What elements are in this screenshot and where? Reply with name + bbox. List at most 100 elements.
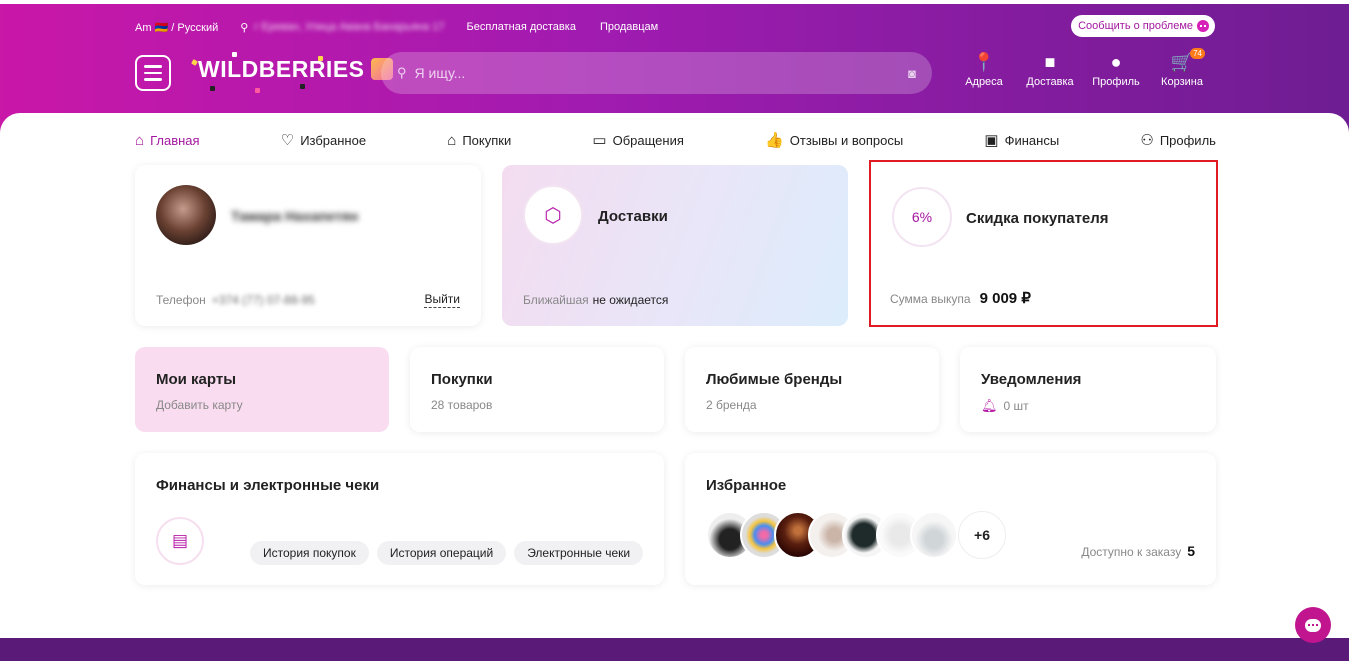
purchases-count-label: 28 товаров — [431, 398, 493, 412]
hamburger-icon-line — [144, 78, 162, 81]
nav-profile[interactable]: ● Профиль — [1083, 52, 1149, 88]
bell-icon: 🔔︎ — [981, 398, 998, 413]
tab-home[interactable]: ⌂ Главная — [135, 131, 200, 149]
e-receipts-chip[interactable]: Электронные чеки — [514, 541, 644, 565]
discount-title: Скидка покупателя — [966, 210, 1109, 227]
tab-finance-label: Финансы — [1004, 132, 1060, 148]
my-cards-card[interactable]: Мои карты Добавить карту — [135, 347, 389, 432]
logout-link[interactable]: Выйти — [424, 292, 460, 308]
buyout-sum-label: Сумма выкупа — [890, 292, 971, 306]
user-icon: ● — [1110, 52, 1122, 72]
sellers-link[interactable]: Продавцам — [600, 21, 658, 33]
box-icon: ⬡ — [523, 185, 583, 245]
home-icon: ⌂ — [135, 131, 145, 149]
deliveries-title: Доставки — [598, 208, 668, 225]
brands-count-label: 2 бренда — [706, 398, 757, 412]
purchases-title: Покупки — [431, 371, 493, 388]
cart-icon: 🛒 — [1170, 52, 1194, 72]
thumbs-up-icon: 👍 — [765, 132, 784, 149]
profile-card: Тамара Нахапетян Телефон +374 (77) 07-88… — [135, 165, 481, 326]
operations-history-chip[interactable]: История операций — [376, 541, 507, 565]
notifications-title: Уведомления — [981, 371, 1082, 388]
buyout-sum: Сумма выкупа 9 009 ₽ — [890, 289, 1031, 307]
profile-tabs: ⌂ Главная ♡ Избранное ⌂ Покупки ▭ Обращения … — [135, 131, 1216, 150]
nav-cart[interactable]: 🛒 74 Корзина — [1149, 48, 1215, 88]
wildberries-logo[interactable]: WILDBERRIES — [198, 56, 393, 83]
nav-addresses[interactable]: 📍 Адреса — [951, 52, 1017, 88]
search-icon: ⚲ — [397, 65, 407, 80]
notifications-card[interactable]: Уведомления 🔔︎ 0 шт — [960, 347, 1216, 432]
support-chat-button[interactable] — [1295, 607, 1331, 643]
logo-text: WILDBERRIES — [198, 56, 365, 82]
report-problem-button[interactable]: Сообщить о проблеме — [1071, 15, 1215, 37]
tab-profile[interactable]: ⚇ Профиль — [1140, 131, 1216, 149]
my-cards-title: Мои карты — [156, 371, 237, 388]
buyer-discount-card[interactable]: 6% Скидка покупателя Сумма выкупа 9 009 … — [869, 160, 1218, 327]
document-icon: ▤ — [156, 517, 204, 565]
nav-cart-label: Корзина — [1161, 76, 1203, 88]
phone-row: Телефон +374 (77) 07-88-95 — [156, 293, 315, 307]
chat-icon — [1305, 618, 1321, 632]
menu-button[interactable] — [135, 55, 171, 91]
nearest-delivery: Ближайшая не ожидается — [523, 293, 668, 307]
available-count: 5 — [1187, 543, 1195, 559]
user-icon: ⚇ — [1140, 132, 1154, 149]
heart-icon: ♡ — [280, 132, 295, 149]
wallet-icon: ▣ — [984, 132, 999, 149]
confetti-decoration — [255, 88, 260, 93]
finance-title: Финансы и электронные чеки — [156, 477, 380, 494]
phone-label: Телефон — [156, 293, 206, 307]
nav-profile-label: Профиль — [1092, 76, 1140, 88]
confetti-decoration — [300, 84, 305, 89]
address-text: г Ереван, Улица Авана Банарьяна 17 — [254, 21, 445, 33]
favorite-brands-card[interactable]: Любимые бренды 2 бренда — [685, 347, 939, 432]
tab-purchases[interactable]: ⌂ Покупки — [447, 131, 511, 149]
tab-home-label: Главная — [150, 132, 200, 148]
footer-strip — [0, 638, 1349, 661]
add-card-label: Добавить карту — [156, 398, 243, 412]
report-problem-label: Сообщить о проблеме — [1078, 20, 1193, 32]
header-nav-icons: 📍 Адреса ■ Доставка ● Профиль 🛒 74 Корзи… — [951, 48, 1215, 88]
tab-profile-label: Профиль — [1159, 132, 1216, 148]
free-delivery-link[interactable]: Бесплатная доставка — [467, 21, 576, 33]
search-input[interactable]: Я ищу... — [415, 65, 466, 81]
add-card-link: Добавить карту — [156, 398, 243, 412]
top-border — [0, 0, 1349, 4]
purchase-history-chip[interactable]: История покупок — [250, 541, 369, 565]
available-to-order: Доступно к заказу 5 — [1081, 543, 1195, 559]
language-switcher[interactable]: Am 🇦🇲 / Русский — [135, 21, 218, 34]
more-favorites-button[interactable]: +6 — [958, 511, 1006, 559]
map-pin-icon: 📍 — [972, 52, 996, 72]
nav-addresses-label: Адреса — [965, 76, 1003, 88]
product-thumbnail[interactable] — [910, 511, 958, 559]
finance-chips: История покупок История операций Электро… — [250, 541, 644, 565]
search-bar[interactable]: ⚲ Я ищу... ◙ — [381, 52, 932, 94]
camera-icon[interactable]: ◙ — [908, 66, 916, 81]
address-selector[interactable]: ⚲ г Ереван, Улица Авана Банарьяна 17 — [240, 21, 444, 34]
tab-purchases-label: Покупки — [462, 132, 512, 148]
main-content: ⌂ Главная ♡ Избранное ⌂ Покупки ▭ Обращения … — [0, 113, 1349, 638]
cart-count-badge: 74 — [1190, 48, 1205, 59]
tab-reviews[interactable]: 👍 Отзывы и вопросы — [765, 131, 903, 149]
finance-card: Финансы и электронные чеки ▤ История пок… — [135, 453, 664, 585]
hamburger-icon-line — [144, 65, 162, 68]
tab-favorites[interactable]: ♡ Избранное — [281, 131, 366, 149]
message-icon: ▭ — [592, 132, 607, 149]
buyout-sum-value: 9 009 ₽ — [979, 290, 1031, 307]
deliveries-card[interactable]: ⬡ Доставки Ближайшая не ожидается — [502, 165, 848, 326]
user-name: Тамара Нахапетян — [231, 208, 359, 224]
discount-percent: 6% — [892, 187, 952, 247]
header-top-row: Am 🇦🇲 / Русский ⚲ г Ереван, Улица Авана … — [135, 15, 1215, 37]
brands-count: 2 бренда — [706, 398, 757, 412]
brands-title: Любимые бренды — [706, 371, 843, 388]
confetti-decoration — [210, 86, 215, 91]
purchases-card[interactable]: Покупки 28 товаров — [410, 347, 664, 432]
avatar[interactable] — [156, 185, 216, 245]
tab-finance[interactable]: ▣ Финансы — [984, 131, 1059, 149]
nav-delivery[interactable]: ■ Доставка — [1017, 52, 1083, 88]
favorites-card[interactable]: Избранное +6 Доступно к заказу 5 — [685, 453, 1216, 585]
tab-requests[interactable]: ▭ Обращения — [592, 131, 683, 149]
nearest-value: не ожидается — [592, 293, 669, 307]
notifications-count-label: 0 шт — [1003, 399, 1029, 413]
phone-number: +374 (77) 07-88-95 — [211, 293, 315, 307]
